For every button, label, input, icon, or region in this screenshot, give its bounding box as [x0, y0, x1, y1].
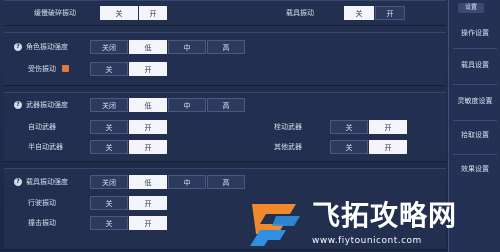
- drive-vibration-off[interactable]: 关: [90, 196, 128, 210]
- auto-weapon-label: 自动武器: [28, 123, 56, 131]
- sidebar-item-sensitivity[interactable]: 灵敏度设置: [449, 92, 500, 110]
- hurt-vibration-toggle[interactable]: 关 开: [90, 62, 168, 76]
- sidebar-item-pickup[interactable]: 拾取设置: [449, 126, 500, 144]
- character-strength-selector[interactable]: 关闭 低 中 高: [90, 40, 246, 54]
- bolt-weapon-label: 栓动武器: [274, 123, 302, 131]
- character-strength-mid[interactable]: 中: [168, 40, 206, 54]
- vehicle-vibration-toggle[interactable]: 关 开: [344, 6, 406, 20]
- crash-vibration-on[interactable]: 开: [129, 216, 167, 230]
- other-weapon-off[interactable]: 关: [330, 140, 368, 154]
- sidebar-divider: [453, 48, 497, 49]
- bolt-weapon-toggle[interactable]: 关 开: [330, 120, 408, 134]
- vibration-settings-screen: 缓慢破碎振动 关 开 载具振动 关 开 ? 角色振动强度 关闭 低 中 高 受伤…: [0, 0, 500, 252]
- sidebar-divider: [453, 154, 497, 155]
- weapon-strength-mid[interactable]: 中: [168, 98, 206, 112]
- sidebar-item-effects[interactable]: 效果设置: [449, 160, 500, 178]
- crash-vibration-label: 撞击振动: [28, 219, 56, 227]
- weapon-strength-selector[interactable]: 关闭 低 中 高: [90, 98, 246, 112]
- other-weapon-on[interactable]: 开: [369, 140, 407, 154]
- help-icon[interactable]: ?: [14, 178, 22, 186]
- other-weapon-label: 其他武器: [274, 143, 302, 151]
- hurt-vibration-off[interactable]: 关: [90, 62, 128, 76]
- semi-auto-weapon-on[interactable]: 开: [129, 140, 167, 154]
- top-partial-section: 缓慢破碎振动 关 开 载具振动 关 开: [4, 0, 446, 26]
- semi-auto-weapon-label: 半自动武器: [28, 143, 63, 151]
- weapon-strength-low[interactable]: 低: [129, 98, 167, 112]
- other-weapon-toggle[interactable]: 关 开: [330, 140, 408, 154]
- weapon-strength-off[interactable]: 关闭: [90, 98, 128, 112]
- weapon-strength-high[interactable]: 高: [207, 98, 245, 112]
- hurt-vibration-label: 受伤振动: [28, 65, 56, 73]
- sidebar-divider: [453, 84, 497, 85]
- slow-break-vibration-label: 缓慢破碎振动: [34, 9, 76, 17]
- warning-icon: [62, 65, 69, 72]
- auto-weapon-on[interactable]: 开: [129, 120, 167, 134]
- slow-break-off[interactable]: 关: [100, 6, 138, 20]
- drive-vibration-on[interactable]: 开: [129, 196, 167, 210]
- help-icon[interactable]: ?: [14, 101, 22, 109]
- bolt-weapon-on[interactable]: 开: [369, 120, 407, 134]
- vehicle-vibration-on[interactable]: 开: [375, 6, 405, 20]
- vehicle-vibration-off[interactable]: 关: [344, 6, 374, 20]
- site-logo-icon: [250, 204, 300, 246]
- semi-auto-weapon-toggle[interactable]: 关 开: [90, 140, 168, 154]
- hurt-vibration-on[interactable]: 开: [129, 62, 167, 76]
- auto-weapon-off[interactable]: 关: [90, 120, 128, 134]
- vehicle-vibration-label: 载具振动: [286, 9, 314, 17]
- vehicle-strength-selector[interactable]: 关闭 低 中 高: [90, 175, 246, 189]
- settings-close-button[interactable]: 设置: [458, 3, 484, 13]
- weapon-strength-label: 武器振动强度: [26, 101, 68, 109]
- drive-vibration-label: 行驶振动: [28, 199, 56, 207]
- slow-break-on[interactable]: 开: [139, 6, 167, 20]
- character-vibration-section: ? 角色振动强度 关闭 低 中 高 受伤振动 关 开: [4, 32, 446, 86]
- character-strength-high[interactable]: 高: [207, 40, 245, 54]
- character-strength-low[interactable]: 低: [129, 40, 167, 54]
- crash-vibration-off[interactable]: 关: [90, 216, 128, 230]
- auto-weapon-toggle[interactable]: 关 开: [90, 120, 168, 134]
- bolt-weapon-off[interactable]: 关: [330, 120, 368, 134]
- vehicle-strength-low[interactable]: 低: [129, 175, 167, 189]
- character-strength-off[interactable]: 关闭: [90, 40, 128, 54]
- help-icon[interactable]: ?: [14, 43, 22, 51]
- vehicle-strength-off[interactable]: 关闭: [90, 175, 128, 189]
- crash-vibration-toggle[interactable]: 关 开: [90, 216, 168, 230]
- vehicle-strength-mid[interactable]: 中: [168, 175, 206, 189]
- slow-break-toggle[interactable]: 关 开: [100, 6, 168, 20]
- sidebar-divider: [453, 120, 497, 121]
- sidebar-item-controls[interactable]: 操作设置: [449, 24, 500, 42]
- watermark-title: 飞拓攻略网: [312, 199, 458, 232]
- watermark-url: www.fiytounicont.com: [312, 236, 422, 246]
- weapon-vibration-section: ? 武器振动强度 关闭 低 中 高 自动武器 关 开 栓动武器 关 开 半自动武…: [4, 92, 446, 162]
- vehicle-strength-high[interactable]: 高: [207, 175, 245, 189]
- vehicle-strength-label: 载具振动强度: [26, 178, 68, 186]
- character-strength-label: 角色振动强度: [26, 43, 68, 51]
- semi-auto-weapon-off[interactable]: 关: [90, 140, 128, 154]
- sidebar-item-vehicle[interactable]: 载具设置: [449, 56, 500, 74]
- drive-vibration-toggle[interactable]: 关 开: [90, 196, 168, 210]
